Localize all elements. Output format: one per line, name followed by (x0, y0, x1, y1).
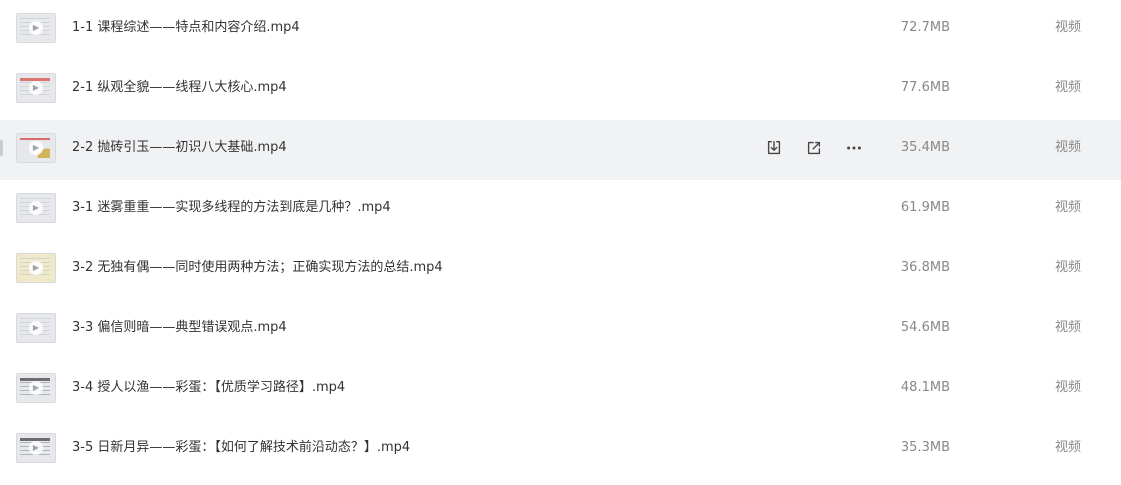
file-type: 视频 (1055, 140, 1082, 155)
video-thumbnail[interactable]: ▶ (16, 13, 56, 43)
file-row[interactable]: ▶ 3-4 授人以渔——彩蛋：【优质学习路径】.mp4 48.1MB 视频 (0, 360, 1121, 420)
share-icon[interactable] (803, 137, 825, 159)
file-name[interactable]: 3-3 偏信则暗——典型错误观点.mp4 (72, 300, 287, 356)
video-thumbnail[interactable]: ▶ (16, 133, 56, 163)
play-icon: ▶ (29, 21, 43, 35)
file-name[interactable]: 3-2 无独有偶——同时使用两种方法；正确实现方法的总结.mp4 (72, 240, 443, 296)
file-type: 视频 (1055, 260, 1082, 275)
video-thumbnail[interactable]: ▶ (16, 433, 56, 463)
file-type: 视频 (1055, 380, 1082, 395)
file-name[interactable]: 3-1 迷雾重重——实现多线程的方法到底是几种？.mp4 (72, 180, 391, 236)
play-icon: ▶ (29, 441, 43, 455)
file-name[interactable]: 3-4 授人以渔——彩蛋：【优质学习路径】.mp4 (72, 360, 345, 416)
file-type: 视频 (1055, 200, 1082, 215)
file-size: 35.3MB (900, 440, 950, 455)
file-row[interactable]: ▶ 2-1 纵观全貌——线程八大核心.mp4 77.6MB 视频 (0, 60, 1121, 120)
file-name[interactable]: 3-5 日新月异——彩蛋：【如何了解技术前沿动态？】.mp4 (72, 420, 410, 476)
play-icon: ▶ (29, 81, 43, 95)
file-type: 视频 (1055, 320, 1082, 335)
video-thumbnail[interactable]: ▶ (16, 253, 56, 283)
play-icon: ▶ (29, 141, 43, 155)
video-thumbnail[interactable]: ▶ (16, 193, 56, 223)
file-list: ▶ 1-1 课程综述——特点和内容介绍.mp4 72.7MB 视频 ▶ 2-1 … (0, 0, 1121, 480)
video-thumbnail[interactable]: ▶ (16, 373, 56, 403)
file-row[interactable]: ▶ 2-2 抛砖引玉——初识八大基础.mp4 35.4MB 视频 (0, 120, 1121, 180)
play-icon: ▶ (29, 381, 43, 395)
file-size: 54.6MB (900, 320, 950, 335)
file-name[interactable]: 1-1 课程综述——特点和内容介绍.mp4 (72, 0, 300, 56)
file-row[interactable]: ▶ 3-2 无独有偶——同时使用两种方法；正确实现方法的总结.mp4 36.8M… (0, 240, 1121, 300)
play-icon: ▶ (29, 201, 43, 215)
play-icon: ▶ (29, 321, 43, 335)
file-size: 77.6MB (900, 80, 950, 95)
more-icon[interactable] (843, 137, 865, 159)
play-icon: ▶ (29, 261, 43, 275)
file-size: 72.7MB (900, 20, 950, 35)
video-thumbnail[interactable]: ▶ (16, 313, 56, 343)
download-icon[interactable] (763, 137, 785, 159)
file-row[interactable]: ▶ 3-3 偏信则暗——典型错误观点.mp4 54.6MB 视频 (0, 300, 1121, 360)
file-size: 35.4MB (900, 140, 950, 155)
file-type: 视频 (1055, 80, 1082, 95)
file-name[interactable]: 2-2 抛砖引玉——初识八大基础.mp4 (72, 120, 287, 176)
file-size: 48.1MB (900, 380, 950, 395)
video-thumbnail[interactable]: ▶ (16, 73, 56, 103)
file-size: 36.8MB (900, 260, 950, 275)
row-actions (763, 137, 865, 159)
file-size: 61.9MB (900, 200, 950, 215)
file-row[interactable]: ▶ 1-1 课程综述——特点和内容介绍.mp4 72.7MB 视频 (0, 0, 1121, 60)
file-type: 视频 (1055, 20, 1082, 35)
file-type: 视频 (1055, 440, 1082, 455)
row-hover-marker (0, 140, 3, 156)
file-name[interactable]: 2-1 纵观全貌——线程八大核心.mp4 (72, 60, 287, 116)
file-row[interactable]: ▶ 3-1 迷雾重重——实现多线程的方法到底是几种？.mp4 61.9MB 视频 (0, 180, 1121, 240)
file-row[interactable]: ▶ 3-5 日新月异——彩蛋：【如何了解技术前沿动态？】.mp4 35.3MB … (0, 420, 1121, 480)
